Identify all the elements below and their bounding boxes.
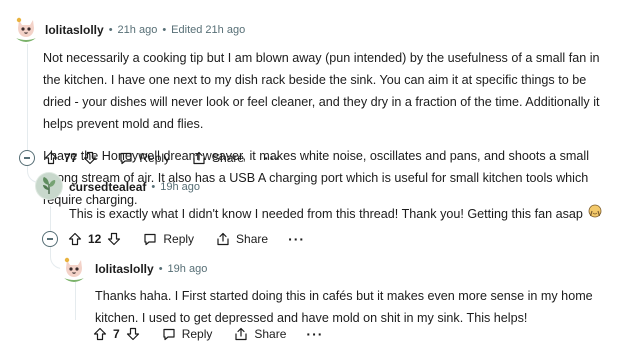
emoji-icon bbox=[588, 203, 602, 225]
share-icon bbox=[192, 151, 206, 165]
vote-count: 7 bbox=[113, 327, 120, 341]
separator-dot: • bbox=[158, 263, 163, 275]
reply-button[interactable]: Reply bbox=[154, 323, 221, 345]
thread-line-main bbox=[27, 44, 28, 156]
collapse-button[interactable] bbox=[42, 231, 58, 247]
share-label: Share bbox=[212, 151, 245, 165]
reply-icon bbox=[119, 151, 133, 165]
vote-group: 12 bbox=[64, 228, 129, 250]
separator-dot: • bbox=[108, 24, 113, 36]
username[interactable]: cursedtealeaf bbox=[69, 180, 146, 194]
thread-line-nested bbox=[75, 280, 76, 320]
comment-text: Thanks haha. I First started doing this … bbox=[95, 289, 593, 325]
upvote-icon[interactable] bbox=[44, 151, 58, 165]
more-options-button[interactable]: ··· bbox=[298, 323, 331, 345]
comment-paragraph: Not necessarily a cooking tip but I am b… bbox=[43, 51, 600, 131]
timestamp: 21h ago bbox=[117, 24, 158, 36]
upvote-icon[interactable] bbox=[93, 327, 107, 341]
downvote-icon[interactable] bbox=[83, 151, 97, 165]
action-bar: 12 Reply Share ··· bbox=[64, 228, 313, 250]
more-options-button[interactable]: ··· bbox=[256, 147, 289, 169]
more-icon: ··· bbox=[288, 231, 306, 247]
comment-text: This is exactly what I didn't know I nee… bbox=[69, 207, 583, 221]
reply-button[interactable]: Reply bbox=[135, 228, 202, 250]
vote-count: 77 bbox=[64, 151, 78, 165]
reply-label: Reply bbox=[181, 327, 213, 341]
avatar[interactable] bbox=[12, 14, 40, 42]
reply-icon bbox=[143, 232, 157, 246]
downvote-icon[interactable] bbox=[126, 327, 140, 341]
avatar[interactable] bbox=[60, 254, 88, 282]
more-icon: ··· bbox=[306, 326, 324, 342]
separator-dot: • bbox=[162, 24, 167, 36]
share-button[interactable]: Share bbox=[208, 228, 276, 250]
reply-icon bbox=[162, 327, 176, 341]
upvote-icon[interactable] bbox=[68, 232, 82, 246]
avatar[interactable] bbox=[35, 172, 63, 200]
edited-label: Edited 21h ago bbox=[171, 24, 246, 36]
comment-body: This is exactly what I didn't know I nee… bbox=[69, 203, 609, 225]
action-bar: 77 Reply Share ··· bbox=[40, 147, 289, 169]
collapse-button[interactable] bbox=[19, 150, 35, 166]
timestamp: 19h ago bbox=[160, 181, 200, 193]
reply-label: Reply bbox=[139, 151, 171, 165]
share-label: Share bbox=[236, 232, 269, 246]
downvote-icon[interactable] bbox=[107, 232, 121, 246]
reply-button[interactable]: Reply bbox=[111, 147, 178, 169]
avatar-cat-icon bbox=[12, 14, 40, 42]
timestamp: 19h ago bbox=[167, 263, 208, 275]
vote-count: 12 bbox=[88, 232, 102, 246]
share-label: Share bbox=[254, 327, 287, 341]
username[interactable]: lolitaslolly bbox=[45, 23, 104, 37]
more-options-button[interactable]: ··· bbox=[280, 228, 313, 250]
vote-group: 7 bbox=[89, 323, 148, 345]
reply-label: Reply bbox=[163, 232, 195, 246]
username[interactable]: lolitaslolly bbox=[95, 262, 154, 276]
share-icon bbox=[216, 232, 230, 246]
share-button[interactable]: Share bbox=[226, 323, 294, 345]
avatar-cat-icon bbox=[60, 254, 88, 282]
separator-dot: • bbox=[151, 181, 156, 193]
collapse-icon bbox=[24, 157, 30, 159]
action-bar: 7 Reply Share ··· bbox=[89, 323, 331, 345]
share-icon bbox=[234, 327, 248, 341]
more-icon: ··· bbox=[264, 150, 282, 166]
collapse-icon bbox=[47, 238, 53, 240]
vote-group: 77 bbox=[40, 147, 105, 169]
share-button[interactable]: Share bbox=[184, 147, 252, 169]
avatar-plant-icon bbox=[35, 172, 63, 200]
